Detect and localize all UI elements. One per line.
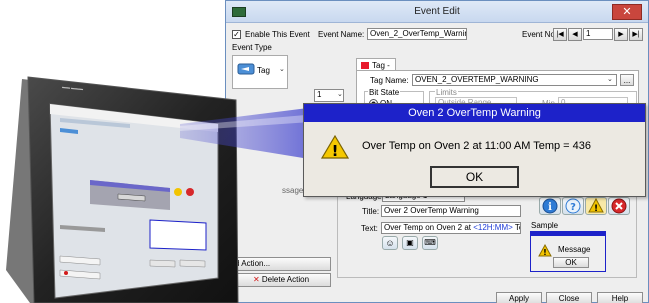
event-no-label: Event No: — [522, 30, 558, 39]
text-field-plain: Over Temp on Oven 2 at — [384, 223, 474, 232]
smiley-icon: ☺ — [385, 238, 395, 248]
warning-icon: ! — [321, 134, 349, 160]
image-icon: ▣ — [406, 238, 414, 247]
level-chevron-down-icon: ⌄ — [337, 91, 343, 98]
svg-text:!: ! — [332, 142, 339, 160]
event-name-input[interactable]: Oven_2_OverTemp_Warning — [367, 28, 467, 40]
limits-label: Limits — [435, 88, 458, 97]
warning-popup-title: Oven 2 OverTemp Warning — [304, 104, 645, 122]
info-icon-button[interactable]: i — [539, 197, 561, 215]
event-name-label: Event Name: — [318, 30, 365, 39]
tag-color-swatch — [361, 62, 369, 69]
apply-button[interactable]: Apply — [496, 292, 542, 303]
enable-event-checkbox[interactable]: ✓ — [232, 30, 241, 39]
warning-ok-button[interactable]: OK — [430, 166, 519, 188]
error-icon-button[interactable] — [608, 197, 630, 215]
next-event-button[interactable]: ▶ — [614, 28, 628, 41]
overtemp-warning-popup: Oven 2 OverTemp Warning ! Over Temp on O… — [303, 103, 646, 197]
question-icon: ? — [565, 198, 581, 214]
close-icon[interactable]: ✕ — [612, 4, 642, 20]
warning-small-icon: ! — [588, 197, 604, 214]
svg-text:!: ! — [543, 248, 547, 257]
question-icon-button[interactable]: ? — [562, 197, 584, 215]
warning-popup-message: Over Temp on Oven 2 at 11:00 AM Temp = 4… — [362, 140, 591, 152]
text-field-time-token: <12H:MM> — [473, 223, 513, 232]
title-field-input[interactable]: Over 2 OverTemp Warning — [381, 205, 521, 217]
last-event-button[interactable]: ▶| — [629, 28, 643, 41]
first-event-button[interactable]: |◀ — [553, 28, 567, 41]
insert-smiley-button[interactable]: ☺ — [382, 236, 398, 250]
text-field-label: Text: — [361, 224, 378, 233]
text-field-tail: Temp = — [514, 223, 520, 232]
svg-text:?: ? — [570, 202, 576, 213]
insert-tag-button[interactable]: ⌨ — [422, 236, 438, 250]
sample-title-bar — [531, 232, 605, 236]
insert-image-button[interactable]: ▣ — [402, 236, 418, 250]
prev-event-button[interactable]: ◀ — [568, 28, 582, 41]
tag-name-label: Tag Name: — [370, 76, 409, 85]
sample-preview: ! Message OK — [530, 231, 606, 272]
svg-text:!: ! — [594, 204, 598, 214]
close-button[interactable]: Close — [546, 292, 592, 303]
enable-event-label: Enable This Event — [245, 30, 310, 39]
sample-ok-button: OK — [553, 257, 589, 268]
error-icon — [611, 198, 627, 214]
text-field-input[interactable]: Over Temp on Oven 2 at <12H:MM> Temp = — [381, 222, 521, 234]
title-bar: Event Edit ✕ — [226, 1, 648, 23]
help-button[interactable]: Help — [597, 292, 643, 303]
sample-label: Sample — [531, 221, 559, 230]
bit-state-label: Bit State — [368, 88, 401, 97]
sample-warning-icon: ! — [538, 244, 552, 257]
svg-text:i: i — [548, 202, 552, 213]
sample-message-text: Message — [558, 245, 591, 254]
tag-name-input[interactable]: OVEN_2_OVERTEMP_WARNING — [412, 74, 617, 86]
tag-insert-icon: ⌨ — [424, 238, 436, 247]
title-field-label: Title: — [362, 207, 380, 216]
warning-icon-button[interactable]: ! — [585, 197, 607, 215]
event-type-chevron-down-icon: ⌄ — [279, 66, 285, 73]
tag-name-chevron-down-icon: ⌄ — [607, 76, 613, 83]
info-icon: i — [542, 198, 558, 214]
dialog-title: Event Edit — [414, 6, 460, 17]
tag-browse-button[interactable]: ... — [620, 74, 634, 86]
event-no-input[interactable]: 1 — [583, 28, 613, 40]
event-type-label: Event Type — [232, 43, 272, 52]
